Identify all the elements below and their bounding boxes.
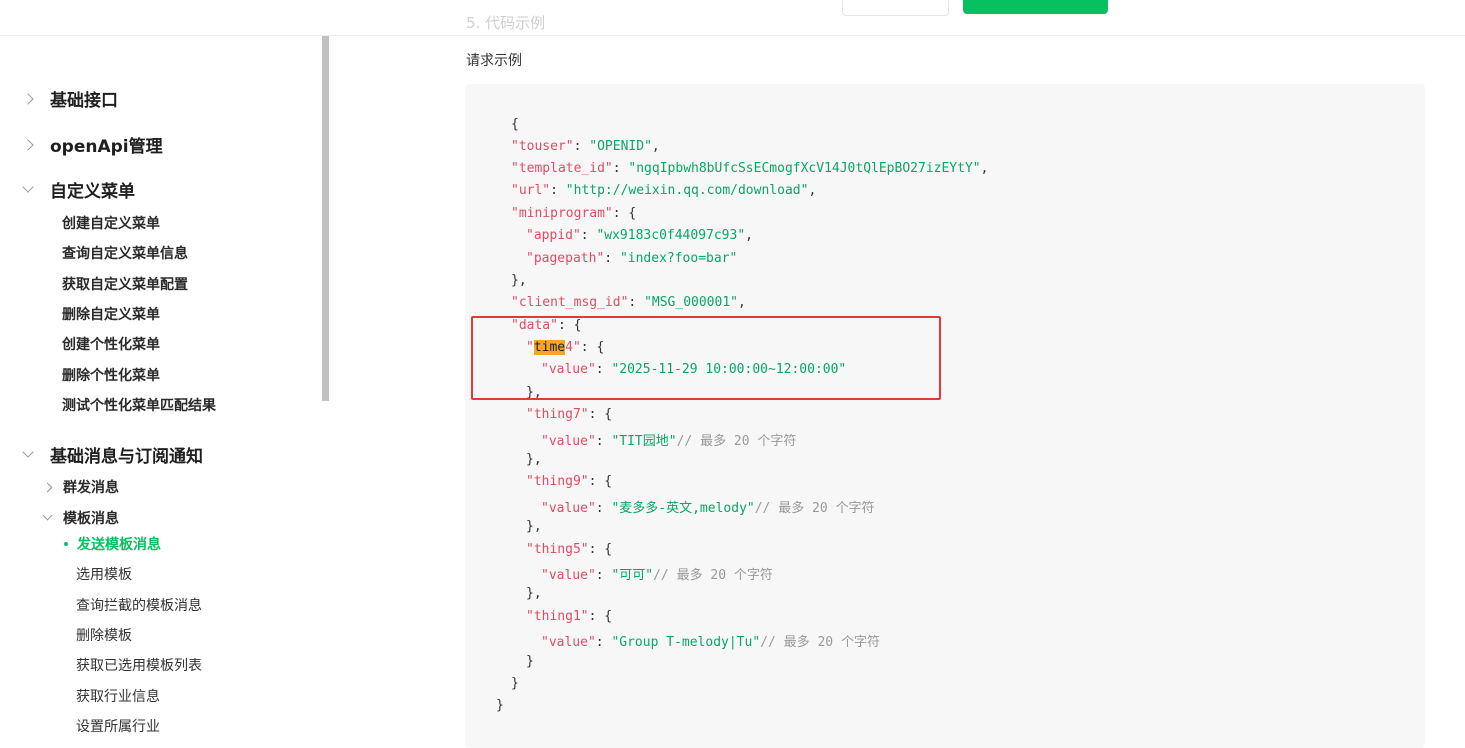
secondary-button[interactable] — [842, 0, 949, 16]
sidebar-group-custom-menu[interactable]: 自定义菜单 — [22, 177, 135, 202]
code-line: }, — [526, 519, 542, 534]
sidebar-scrollbar[interactable] — [322, 36, 329, 401]
code-line: "appid": "wx9183c0f44097c93", — [526, 228, 753, 243]
code-line: "url": "http://weixin.qq.com/download", — [511, 183, 817, 198]
code-line: } — [496, 698, 504, 713]
chevron-right-icon — [22, 92, 34, 105]
sidebar-item-label: 发送模板消息 — [77, 537, 161, 553]
code-line: "thing5": { — [526, 542, 613, 557]
sidebar-item[interactable]: 查询自定义菜单信息 — [62, 243, 188, 263]
sidebar-item-send-template[interactable]: 发送模板消息 — [64, 534, 161, 554]
sidebar-item-template-message[interactable]: 模板消息 — [42, 508, 119, 528]
sidebar-item[interactable]: 删除模板 — [76, 625, 132, 645]
code-line: "thing9": { — [526, 474, 613, 489]
sidebar-group-label: 基础消息与订阅通知 — [50, 447, 203, 467]
sidebar-group-label: 基础接口 — [50, 91, 118, 111]
sidebar-item[interactable]: 创建自定义菜单 — [62, 213, 160, 233]
code-line: }, — [511, 273, 527, 288]
code-line: "value": "Group T-melody|Tu"// 最多 20 个字符 — [541, 635, 880, 650]
code-line: "value": "麦多多-英文,melody"// 最多 20 个字符 — [541, 501, 875, 516]
code-line: "touser": "OPENID", — [511, 139, 660, 154]
chevron-right-icon — [22, 138, 34, 151]
sidebar-group-basic-api[interactable]: 基础接口 — [22, 86, 118, 111]
page: 5. 代码示例 基础接口 openApi管理 自定义菜单 创建自定义菜单 查询自… — [0, 0, 1465, 748]
sidebar-item[interactable]: 删除个性化菜单 — [62, 365, 160, 385]
sidebar-item[interactable]: 查询拦截的模板消息 — [76, 595, 202, 615]
sidebar-item[interactable]: 获取自定义菜单配置 — [62, 274, 188, 294]
sidebar-group-label: openApi管理 — [50, 137, 163, 157]
sidebar-item[interactable]: 删除自定义菜单 — [62, 304, 160, 324]
sidebar-item[interactable]: 获取已选用模板列表 — [76, 655, 202, 675]
sidebar-item[interactable]: 设置所属行业 — [76, 716, 160, 736]
code-line: "pagepath": "index?foo=bar" — [526, 251, 738, 266]
code-line: "thing7": { — [526, 407, 613, 422]
code-line: } — [511, 676, 519, 691]
request-example-label: 请求示例 — [466, 53, 522, 69]
section-title: 5. 代码示例 — [466, 14, 546, 32]
active-dot-icon — [64, 542, 68, 546]
sidebar-item-label: 模板消息 — [63, 511, 119, 527]
annotation-highlight-box — [471, 316, 941, 400]
chevron-down-icon — [22, 181, 34, 193]
sidebar-item[interactable]: 创建个性化菜单 — [62, 334, 160, 354]
code-line: }, — [526, 586, 542, 601]
code-line: "thing1": { — [526, 609, 613, 624]
code-line: } — [526, 654, 534, 669]
sidebar-group-messages[interactable]: 基础消息与订阅通知 — [22, 442, 203, 467]
sidebar-group-openapi[interactable]: openApi管理 — [22, 132, 163, 157]
code-line: "miniprogram": { — [511, 206, 637, 221]
sidebar-item[interactable]: 选用模板 — [76, 564, 132, 584]
chevron-right-icon — [42, 482, 53, 492]
sidebar-item-label: 群发消息 — [63, 480, 119, 496]
primary-button[interactable] — [963, 0, 1108, 14]
sidebar-item[interactable]: 测试个性化菜单匹配结果 — [62, 395, 216, 415]
code-line: "value": "可可"// 最多 20 个字符 — [541, 568, 773, 583]
sidebar-group-label: 自定义菜单 — [50, 182, 135, 202]
chevron-down-icon — [22, 446, 34, 458]
top-bar: 5. 代码示例 — [0, 0, 1465, 36]
code-line: "template_id": "ngqIpbwh8bUfcSsECmogfXcV… — [511, 161, 989, 176]
code-line: }, — [526, 452, 542, 467]
chevron-down-icon — [42, 510, 53, 521]
sidebar-item[interactable]: 获取行业信息 — [76, 686, 160, 706]
code-line: { — [511, 117, 519, 132]
sidebar-item-mass-message[interactable]: 群发消息 — [42, 477, 119, 497]
code-line: "value": "TIT园地"// 最多 20 个字符 — [541, 434, 797, 449]
code-line: "client_msg_id": "MSG_000001", — [511, 295, 746, 310]
